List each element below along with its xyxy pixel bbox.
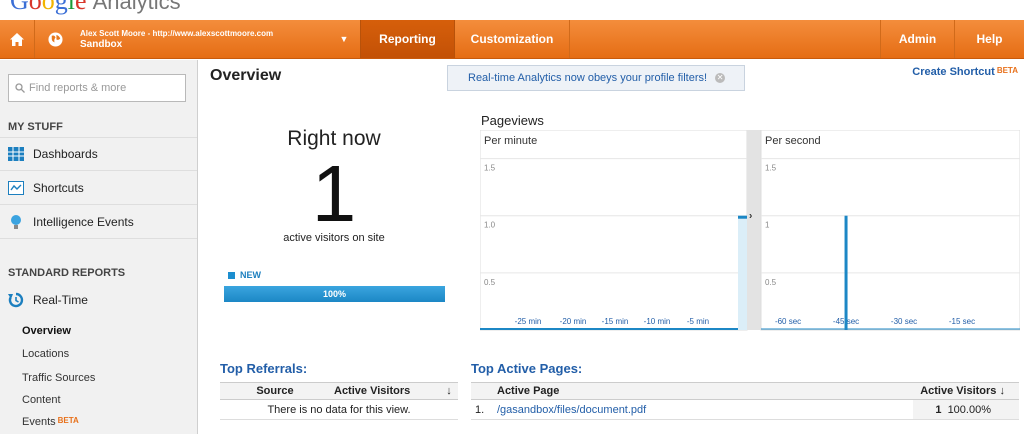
x-tick-label: -5 min [687, 317, 709, 326]
x-tick-label: -30 sec [891, 317, 917, 326]
x-tick-label: -10 min [644, 317, 671, 326]
row-visitors-count: 1 [935, 403, 942, 416]
notice-banner: Real-time Analytics now obeys your profi… [447, 65, 745, 91]
top-referrals-title: Top Referrals: [220, 361, 308, 376]
account-selector[interactable]: Alex Scott Moore - http://www.alexscottm… [80, 20, 360, 58]
search-icon [15, 83, 25, 93]
x-tick-label: -25 min [515, 317, 542, 326]
home-icon [10, 32, 24, 46]
sidebar-item-label: Shortcuts [33, 180, 84, 195]
pageviews-title: Pageviews [481, 113, 544, 128]
sort-down-icon[interactable]: ↓ [440, 382, 458, 400]
notice-text: Real-time Analytics now obeys your profi… [468, 72, 708, 84]
per-second-spike-bar [844, 215, 848, 330]
section-standard-reports: STANDARD REPORTS [8, 267, 126, 279]
close-icon[interactable]: ✕ [715, 73, 726, 83]
col-source[interactable]: Source [220, 382, 330, 400]
y-tick-label: 1.5 [484, 164, 496, 173]
table-row: 1. /gasandbox/files/document.pdf 1 100.0… [471, 399, 1019, 420]
sidebar-item-label: Intelligence Events [33, 214, 134, 229]
globe-button[interactable] [38, 20, 72, 58]
y-tick-label: 1 [765, 221, 770, 230]
logo-strip: Google Analytics [0, 0, 1024, 18]
row-index: 1. [471, 399, 493, 420]
row-page-link[interactable]: /gasandbox/files/document.pdf [493, 399, 913, 420]
right-now-label: Right now [287, 127, 381, 150]
sidebar-sub-overview[interactable]: Overview [22, 325, 71, 337]
create-shortcut-link[interactable]: Create Shortcut BETA [912, 66, 1018, 78]
active-visitors-caption: active visitors on site [283, 232, 385, 244]
sidebar-sub-events[interactable]: Events BETA [22, 416, 79, 428]
legend-swatch [228, 271, 235, 279]
sort-down-icon: ↓ [999, 385, 1006, 397]
globe-icon [47, 31, 63, 47]
per-minute-title: Per minute [484, 135, 537, 147]
chevron-right-icon: › [749, 211, 752, 222]
search-placeholder: Find reports & more [29, 82, 127, 94]
sidebar-item-label: Events [22, 416, 56, 428]
col-active-visitors-label: Active Visitors [920, 385, 997, 397]
beta-badge: BETA [996, 66, 1018, 75]
realtime-icon [8, 292, 24, 308]
col-active-visitors[interactable]: Active Visitors [330, 382, 440, 400]
shortcut-icon [8, 180, 24, 195]
row-visitors: 1 100.00% [913, 399, 1019, 420]
per-second-title: Per second [765, 135, 821, 147]
dashboard-icon [8, 147, 24, 161]
y-tick-label: 1.0 [484, 221, 496, 230]
sidebar-sub-locations[interactable]: Locations [22, 348, 69, 360]
new-visitors-percent: 100% [322, 289, 347, 299]
x-tick-label: -60 sec [775, 317, 801, 326]
sidebar-item-label: Real-Time [33, 293, 88, 307]
tab-reporting[interactable]: Reporting [360, 20, 455, 58]
sidebar-item-dashboards[interactable]: Dashboards [0, 137, 197, 171]
top-nav-bar: Alex Scott Moore - http://www.alexscottm… [0, 20, 1024, 59]
x-tick-label: -15 sec [949, 317, 975, 326]
current-minute-column [738, 215, 747, 330]
sidebar-item-realtime[interactable]: Real-Time [0, 283, 197, 317]
admin-link[interactable]: Admin [880, 20, 955, 58]
col-active-page[interactable]: Active Page [493, 382, 913, 400]
per-second-panel [760, 130, 1020, 331]
sidebar-item-intelligence-events[interactable]: Intelligence Events [0, 205, 197, 239]
help-link[interactable]: Help [955, 20, 1024, 58]
lightbulb-icon [11, 214, 21, 229]
x-tick-label: -15 min [602, 317, 629, 326]
home-button[interactable] [0, 20, 35, 58]
chart-divider [747, 130, 761, 330]
y-tick-label: 0.5 [484, 278, 496, 287]
empty-message: There is no data for this view. [220, 399, 458, 420]
section-my-stuff: MY STUFF [8, 121, 63, 133]
y-tick-label: 0.5 [765, 278, 777, 287]
sidebar-sub-traffic-sources[interactable]: Traffic Sources [22, 372, 95, 384]
sidebar-sub-content[interactable]: Content [22, 394, 61, 406]
search-input[interactable]: Find reports & more [8, 74, 186, 102]
google-analytics-logo[interactable]: Google Analytics [10, 0, 181, 16]
current-minute-bar [738, 215, 747, 219]
account-name: Alex Scott Moore - http://www.alexscottm… [80, 29, 274, 38]
sidebar-item-label: Dashboards [33, 147, 98, 161]
tab-customization[interactable]: Customization [455, 20, 570, 58]
pageviews-chart: Per minute Per second 1.5 1.5 1.0 1 0.5 0.5 -25 … [480, 130, 1020, 331]
x-tick-label: -20 min [560, 317, 587, 326]
col-active-visitors[interactable]: Active Visitors ↓ [913, 382, 1019, 400]
legend-label: NEW [240, 270, 261, 280]
chevron-down-icon[interactable]: ▼ [336, 20, 352, 58]
y-tick-label: 1.5 [765, 164, 777, 173]
page-title: Overview [210, 67, 282, 84]
referrals-table: Source Active Visitors ↓ There is no dat… [220, 382, 458, 420]
active-visitors-count: 1 [311, 149, 357, 238]
sidebar: Find reports & more MY STUFF Dashboards … [0, 60, 198, 434]
profile-name: Sandbox [80, 39, 123, 50]
top-active-pages-title: Top Active Pages: [471, 361, 583, 376]
new-visitors-bar: 100% [224, 286, 445, 302]
beta-badge: BETA [57, 416, 79, 425]
col-index [471, 382, 493, 400]
new-visitors-legend: NEW [228, 270, 261, 280]
row-visitors-pct: 100.00% [947, 403, 991, 416]
sidebar-item-shortcuts[interactable]: Shortcuts [0, 171, 197, 205]
active-pages-table: Active Page Active Visitors ↓ 1. /gasand… [471, 382, 1019, 420]
per-minute-panel [480, 130, 748, 331]
create-shortcut-label: Create Shortcut [912, 66, 995, 78]
